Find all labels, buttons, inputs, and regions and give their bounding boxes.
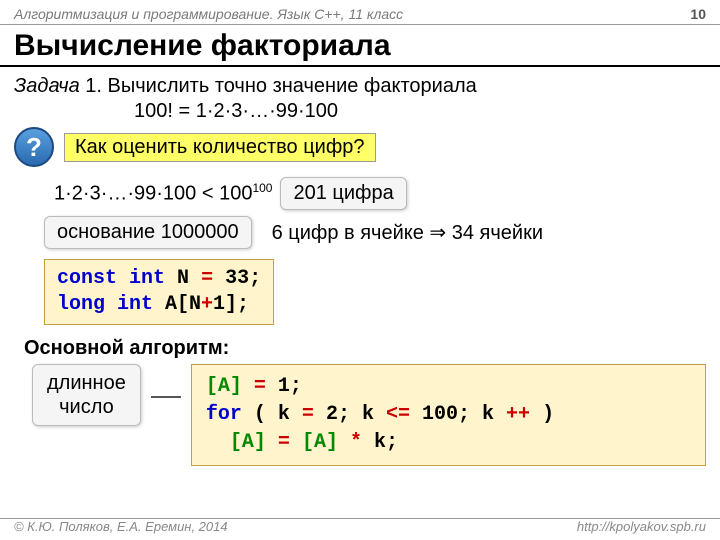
footer-url: http://kpolyakov.spb.ru	[577, 519, 706, 534]
question-text: Как оценить количество цифр?	[64, 133, 376, 162]
task-formula: 100! = 1·2·3·…·99·100	[14, 100, 706, 123]
task-label: Задача	[14, 75, 80, 97]
algo-title: Основной алгоритм:	[24, 337, 706, 360]
content: Задача 1. Вычислить точно значение факто…	[0, 67, 720, 466]
base-bubble: основание 1000000	[44, 216, 252, 249]
connector-line	[151, 382, 181, 412]
algo-code: [A] = 1; for ( k = 2; k <= 100; k ++ ) […	[191, 364, 706, 466]
question-row: ? Как оценить количество цифр?	[14, 127, 706, 167]
base-row: основание 1000000 6 цифр в ячейке ⇒ 34 я…	[44, 216, 706, 249]
copyright: © К.Ю. Поляков, Е.А. Еремин, 2014	[14, 519, 228, 534]
task-num: 1.	[85, 75, 102, 97]
page-title: Вычисление факториала	[0, 25, 720, 67]
inequality: 1·2·3·…·99·100 < 100100	[54, 177, 272, 206]
footer: © К.Ю. Поляков, Е.А. Еремин, 2014 http:/…	[0, 518, 720, 534]
cells-text: 6 цифр в ячейке ⇒ 34 ячейки	[272, 220, 543, 245]
digits-bubble: 201 цифра	[280, 177, 406, 210]
task-text: Вычислить точно значение факториала	[108, 75, 477, 97]
course-title: Алгоритмизация и программирование. Язык …	[14, 6, 403, 22]
page-number: 10	[690, 6, 706, 22]
declaration-code: const int N = 33; long int A[N+1];	[44, 259, 274, 325]
question-badge: ?	[14, 127, 54, 167]
long-number-bubble: длинное число	[32, 364, 141, 426]
task-line: Задача 1. Вычислить точно значение факто…	[14, 75, 706, 98]
header: Алгоритмизация и программирование. Язык …	[0, 0, 720, 25]
question-mark-icon: ?	[26, 132, 42, 163]
algo-row: длинное число [A] = 1; for ( k = 2; k <=…	[32, 364, 706, 466]
estimate-row: 1·2·3·…·99·100 < 100100 201 цифра	[54, 177, 706, 210]
